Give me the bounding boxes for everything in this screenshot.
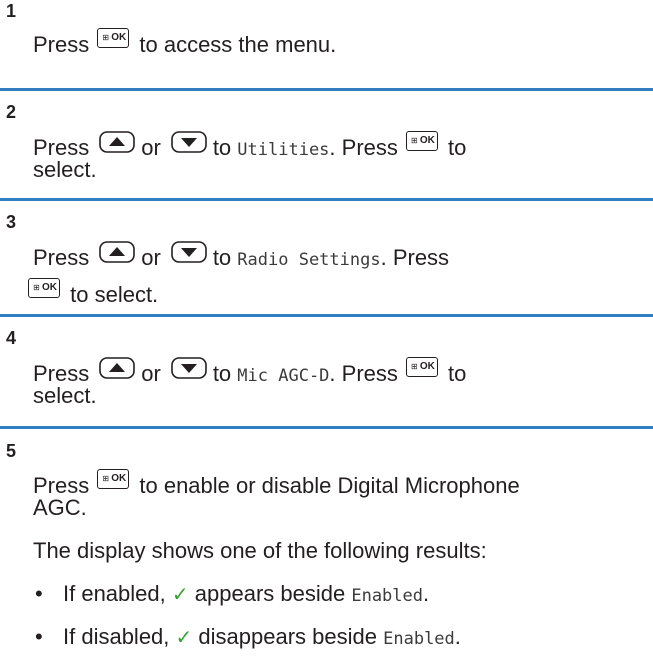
down-arrow-key-icon	[171, 241, 207, 263]
step-5-line-1: Press ⊞ OK to enable or disable Digital Mi…	[33, 469, 520, 499]
menu-item-name: Utilities	[237, 140, 330, 160]
bullet-icon: •	[35, 581, 43, 606]
step-number: 4	[6, 328, 17, 348]
menu-ok-key-icon: ⊞ OK	[405, 357, 438, 377]
checkmark-icon: ✓	[171, 582, 189, 606]
menu-item-name: Radio Settings	[237, 250, 381, 270]
down-arrow-key-icon	[171, 357, 207, 379]
up-arrow-key-icon	[99, 357, 136, 379]
menu-ok-key-icon: ⊞ OK	[405, 131, 438, 151]
step-1-line: Press ⊞ OK to access the menu.	[33, 28, 336, 58]
separator	[0, 88, 653, 91]
separator	[0, 314, 653, 317]
press-text: Press	[33, 32, 90, 57]
up-arrow-key-icon	[99, 241, 136, 263]
menu-ok-key-icon: ⊞ OK	[97, 28, 130, 48]
step-number: 2	[6, 102, 17, 122]
menu-ok-key-icon: ⊞ OK	[97, 469, 130, 489]
step-4-line-1: Press or to Mic AGC-D. Press ⊞ OK to	[33, 357, 466, 389]
step-text: to access the menu.	[139, 32, 337, 57]
bullet-icon: •	[35, 624, 43, 649]
status-name: Enabled	[351, 586, 423, 606]
step-3-line-1: Press or to Radio Settings. Press	[33, 241, 449, 273]
step-number: 1	[6, 1, 17, 21]
down-arrow-key-icon	[171, 131, 207, 153]
step-number: 5	[6, 441, 17, 461]
step-2-line-1: Press or to Utilities. Press ⊞ OK to	[33, 131, 466, 163]
step-number: 3	[6, 212, 17, 232]
up-arrow-key-icon	[99, 131, 136, 153]
step-3-line-2: ⊞ OK to select.	[28, 278, 158, 308]
result-bullet: • If enabled, ✓ appears beside Enabled.	[35, 581, 430, 606]
menu-ok-key-icon: ⊞ OK	[28, 278, 60, 298]
result-intro: The display shows one of the following r…	[33, 538, 487, 563]
step-2-line-2: select.	[33, 157, 97, 182]
step-4-line-2: select.	[33, 383, 97, 408]
checkmark-icon: ✓	[175, 625, 193, 649]
separator	[0, 198, 653, 201]
step-5-line-2: AGC.	[33, 495, 87, 520]
result-bullet: • If disabled, ✓ disappears beside Enable…	[35, 624, 461, 649]
menu-item-name: Mic AGC-D	[237, 366, 330, 386]
status-name: Enabled	[383, 629, 455, 649]
separator	[0, 426, 653, 429]
